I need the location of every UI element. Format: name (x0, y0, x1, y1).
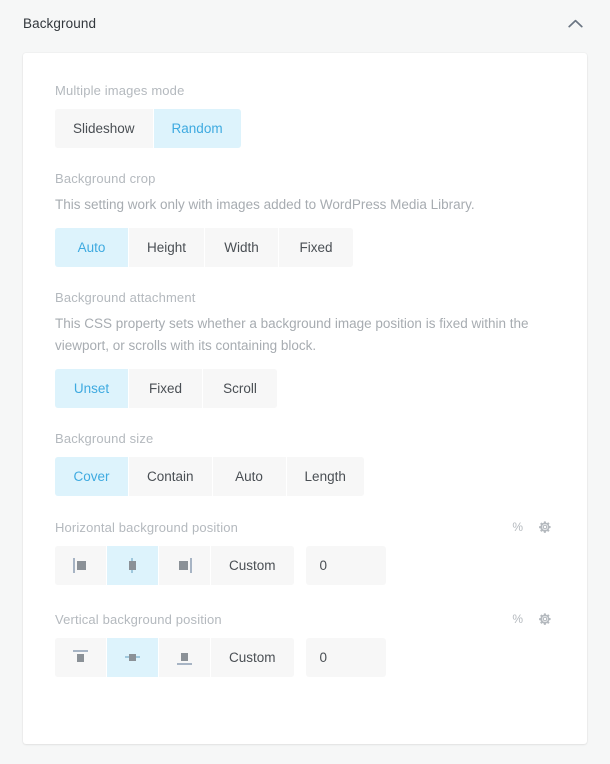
settings-card: Multiple images mode Slideshow Random Ba… (23, 53, 587, 744)
horizontal-position-controls: Custom (55, 546, 555, 585)
align-middle-icon (125, 650, 140, 665)
field-background-crop: Background crop This setting work only w… (55, 171, 555, 267)
option-attachment-scroll[interactable]: Scroll (203, 369, 277, 408)
field-label-horizontal-background-position: Horizontal background position (55, 519, 238, 535)
option-crop-height[interactable]: Height (129, 228, 206, 267)
background-settings-panel: Background Multiple images mode Slidesho… (0, 0, 610, 764)
align-center-icon (125, 558, 140, 573)
option-size-cover[interactable]: Cover (55, 457, 129, 496)
align-right-icon (177, 558, 192, 573)
option-size-auto[interactable]: Auto (212, 457, 287, 496)
vertical-settings-button[interactable] (537, 611, 553, 627)
option-horizontal-custom[interactable]: Custom (211, 546, 294, 585)
field-vertical-background-position: Vertical background position % Custom 0 (55, 611, 555, 677)
gear-icon (539, 521, 551, 533)
option-vertical-custom[interactable]: Custom (211, 638, 294, 677)
option-attachment-fixed[interactable]: Fixed (129, 369, 203, 408)
option-align-center[interactable] (107, 546, 159, 585)
option-align-bottom[interactable] (159, 638, 211, 677)
option-align-left[interactable] (55, 546, 107, 585)
option-align-middle[interactable] (107, 638, 159, 677)
horizontal-unit-toggle[interactable]: % (512, 520, 523, 534)
option-crop-auto[interactable]: Auto (55, 228, 129, 267)
option-align-right[interactable] (159, 546, 211, 585)
vertical-position-label-row: Vertical background position % (55, 611, 555, 627)
field-label-vertical-background-position: Vertical background position (55, 611, 222, 627)
collapse-toggle-button[interactable] (562, 11, 588, 37)
field-background-size: Background size Cover Contain Auto Lengt… (55, 431, 555, 496)
gear-icon (539, 613, 551, 625)
field-background-attachment: Background attachment This CSS property … (55, 290, 555, 408)
field-multiple-images-mode: Multiple images mode Slideshow Random (55, 83, 555, 148)
vertical-position-controls: Custom (55, 638, 555, 677)
option-crop-fixed[interactable]: Fixed (279, 228, 354, 267)
option-size-contain[interactable]: Contain (129, 457, 213, 496)
horizontal-position-input[interactable] (305, 546, 386, 585)
multiple-images-mode-group: Slideshow Random (55, 109, 241, 148)
background-crop-group: Auto Height Width Fixed (55, 228, 354, 267)
background-size-group: Cover Contain Auto Length (55, 457, 364, 496)
page-title: Background (23, 16, 97, 31)
field-label-multiple-images-mode: Multiple images mode (55, 83, 185, 98)
field-label-background-size: Background size (55, 431, 154, 446)
option-slideshow[interactable]: Slideshow (55, 109, 154, 148)
horizontal-settings-button[interactable] (537, 519, 553, 535)
vertical-unit-toggle[interactable]: % (512, 612, 523, 626)
chevron-up-icon (567, 19, 583, 28)
field-horizontal-background-position: Horizontal background position % Custom … (55, 519, 555, 585)
field-label-background-crop: Background crop (55, 171, 156, 186)
horizontal-position-group: Custom (55, 546, 294, 585)
option-size-length[interactable]: Length (286, 457, 364, 496)
field-description-background-crop: This setting work only with images added… (55, 197, 475, 212)
align-left-icon (73, 558, 88, 573)
vertical-position-group: Custom (55, 638, 294, 677)
option-crop-width[interactable]: Width (205, 228, 280, 267)
align-top-icon (73, 650, 88, 665)
align-bottom-icon (177, 650, 192, 665)
horizontal-position-label-row: Horizontal background position % (55, 519, 555, 535)
vertical-position-input[interactable] (305, 638, 386, 677)
panel-header: Background (0, 0, 610, 47)
background-attachment-group: Unset Fixed Scroll (55, 369, 277, 408)
field-label-background-attachment: Background attachment (55, 290, 196, 305)
field-description-background-attachment: This CSS property sets whether a backgro… (55, 316, 529, 353)
option-align-top[interactable] (55, 638, 107, 677)
option-random[interactable]: Random (153, 109, 241, 148)
option-attachment-unset[interactable]: Unset (55, 369, 129, 408)
